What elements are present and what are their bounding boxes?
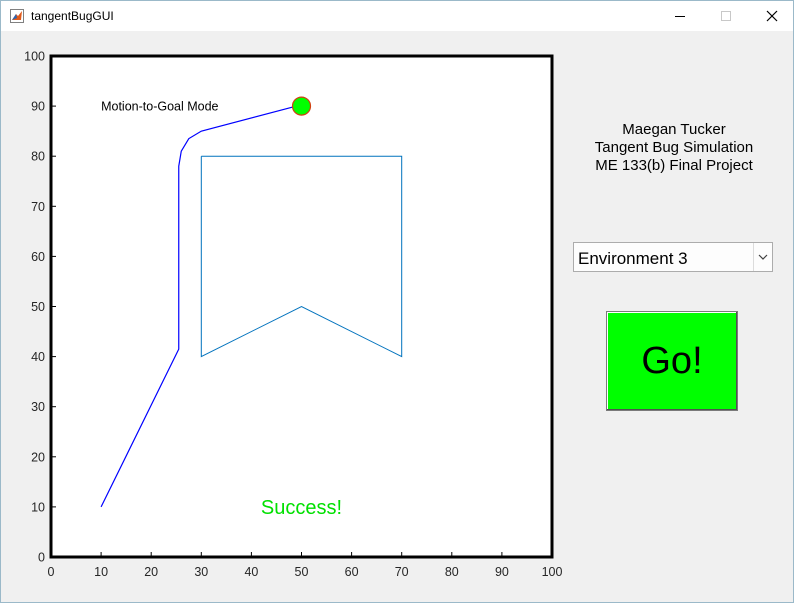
y-tick-label: 90: [31, 100, 45, 114]
environment-select-value: Environment 3: [578, 249, 688, 268]
window-title: tangentBugGUI: [31, 9, 114, 23]
x-tick-label: 70: [395, 565, 409, 579]
course-name: ME 133(b) Final Project: [595, 157, 753, 174]
close-button[interactable]: [749, 1, 794, 31]
x-tick-label: 10: [94, 565, 108, 579]
y-tick-label: 10: [31, 500, 45, 514]
minimize-button[interactable]: [657, 1, 703, 31]
maximize-button[interactable]: [703, 1, 749, 31]
x-tick-label: 20: [144, 565, 158, 579]
y-tick-label: 100: [24, 50, 45, 64]
x-tick-label: 30: [194, 565, 208, 579]
y-tick-label: 80: [31, 150, 45, 164]
app-window: tangentBugGUI 0 10 20 30 40 50 60 70 80 90 100 0 10 2…: [0, 0, 794, 603]
status-label: Success!: [261, 497, 342, 519]
mode-label: Motion-to-Goal Mode: [101, 100, 218, 114]
x-tick-label: 40: [244, 565, 258, 579]
author-name: Maegan Tucker: [622, 121, 726, 138]
y-tick-label: 60: [31, 250, 45, 264]
y-tick-label: 0: [38, 551, 45, 565]
simulation-axes: 0 10 20 30 40 50 60 70 80 90 100 0 10 20 30 40 50 60 70 80 9…: [24, 50, 563, 580]
environment-select-arrow[interactable]: [753, 243, 772, 271]
environment-select[interactable]: Environment 3: [573, 242, 773, 272]
x-tick-label: 90: [495, 565, 509, 579]
minimize-icon: [675, 16, 685, 17]
y-tick-label: 70: [31, 200, 45, 214]
chevron-down-icon: [758, 254, 768, 260]
x-tick-label: 60: [345, 565, 359, 579]
y-tick-label: 50: [31, 300, 45, 314]
y-tick-label: 30: [31, 400, 45, 414]
goal-marker: [291, 96, 312, 116]
x-tick-label: 0: [48, 565, 55, 579]
maximize-icon: [721, 11, 731, 21]
project-title: Tangent Bug Simulation: [594, 139, 754, 156]
title-bar[interactable]: tangentBugGUI: [1, 1, 793, 31]
x-tick-label: 100: [542, 565, 563, 579]
credits-block: Maegan Tucker Tangent Bug Simulation ME …: [571, 121, 777, 175]
matlab-app-icon: [10, 9, 24, 23]
close-icon: [766, 10, 778, 22]
x-tick-label: 50: [295, 565, 309, 579]
y-tick-label: 20: [31, 450, 45, 464]
go-button[interactable]: Go!: [606, 311, 738, 411]
x-tick-label: 80: [445, 565, 459, 579]
y-tick-label: 40: [31, 350, 45, 364]
